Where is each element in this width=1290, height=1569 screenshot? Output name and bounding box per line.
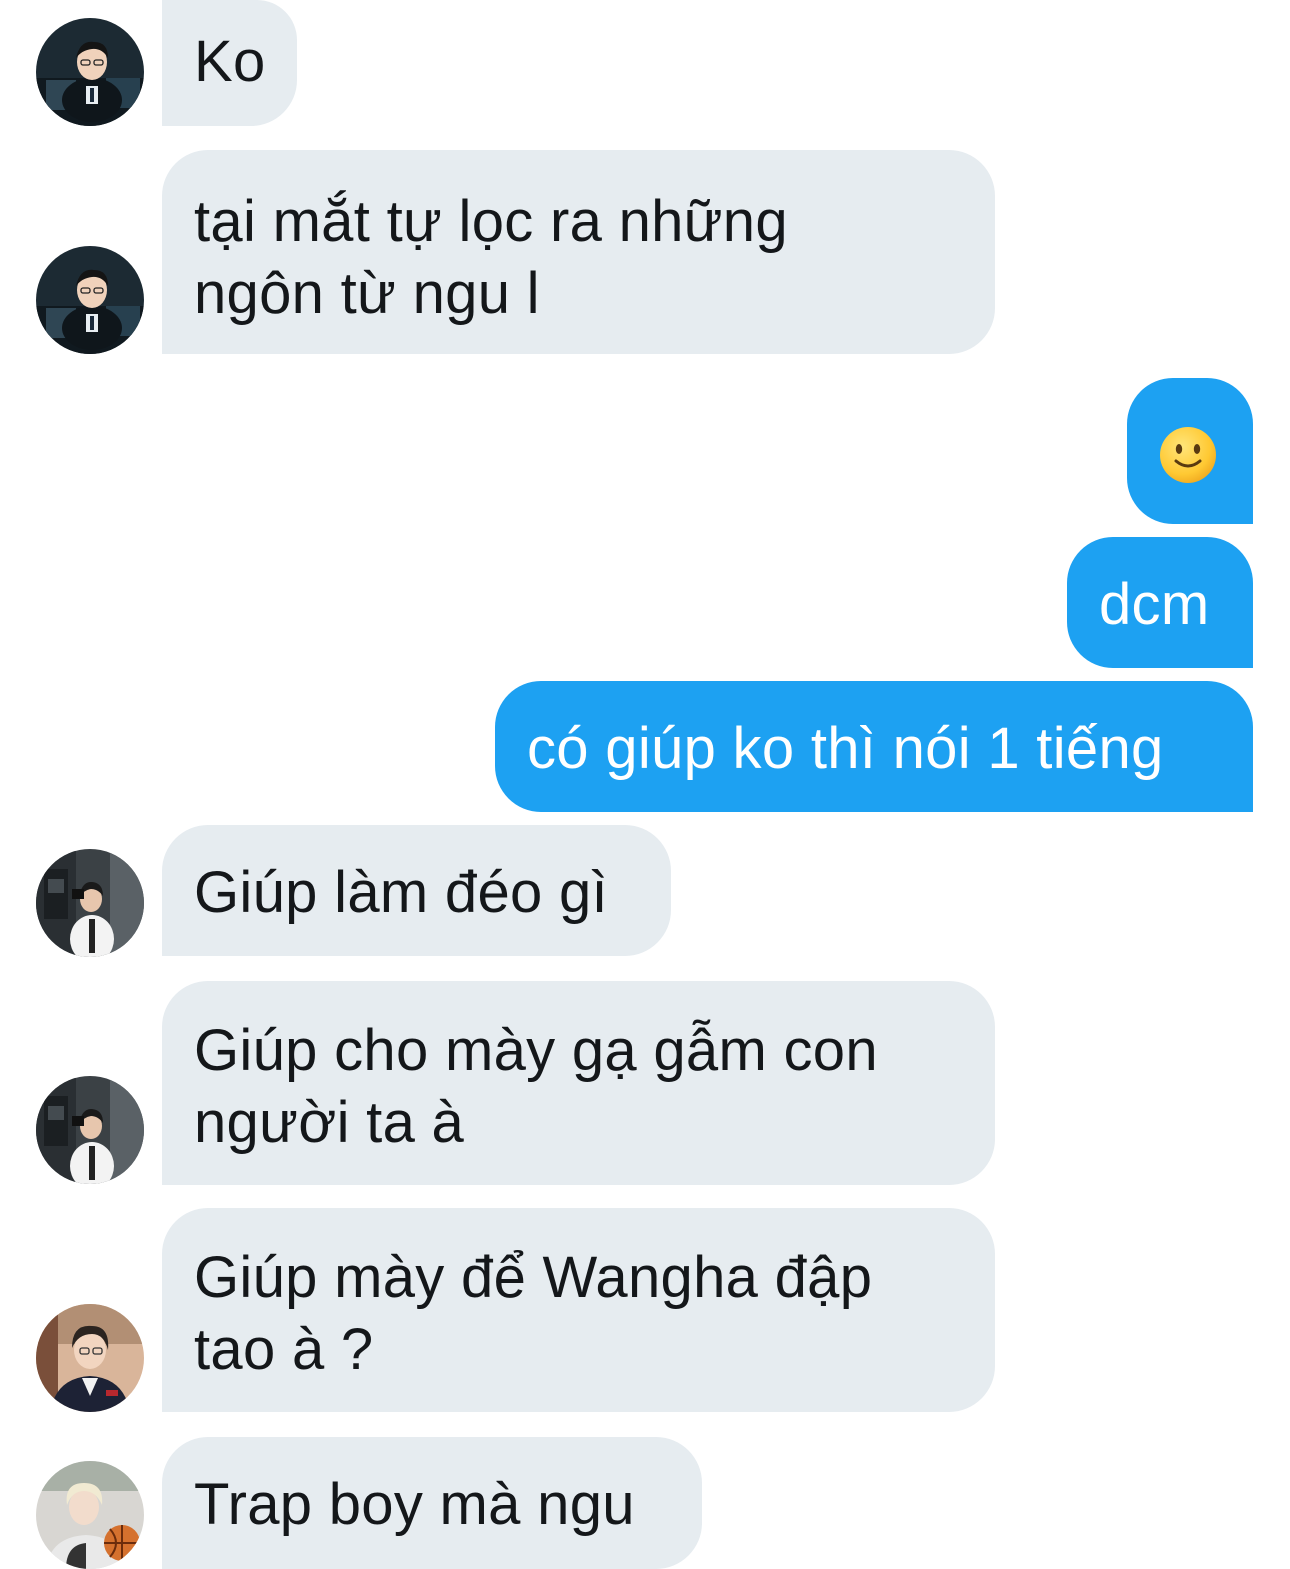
message-bubble-incoming[interactable]: Giúp mày để Wangha đập tao à ? xyxy=(162,1208,995,1412)
avatar-3-icon[interactable] xyxy=(36,1304,144,1412)
avatar-1-icon[interactable] xyxy=(36,18,144,126)
message-text: Trap boy mà ngu xyxy=(194,1472,635,1537)
message-bubble-outgoing[interactable] xyxy=(1127,378,1253,524)
message-text-line: tao à ? xyxy=(194,1317,374,1382)
message-bubble-incoming[interactable]: Trap boy mà ngu xyxy=(162,1437,702,1569)
message-text: có giúp ko thì nói 1 tiếng xyxy=(527,716,1164,781)
message-text-line: Giúp cho mày gạ gẫm con xyxy=(194,1018,878,1083)
slightly-smiling-face-icon xyxy=(1160,427,1216,483)
message-text-line: Giúp mày để Wangha đập xyxy=(194,1245,873,1310)
message-bubble-outgoing[interactable]: có giúp ko thì nói 1 tiếng xyxy=(495,681,1253,812)
message-text: Ko xyxy=(194,29,266,94)
message-thread: Ko tại mắt tự lọc ra những ngôn từ ngu l xyxy=(0,0,1290,1569)
message-bubble-incoming[interactable]: Ko xyxy=(162,0,297,126)
message-text-line: tại mắt tự lọc ra những xyxy=(194,189,788,254)
message-bubble-incoming[interactable]: tại mắt tự lọc ra những ngôn từ ngu l xyxy=(162,150,995,354)
avatar-1-icon[interactable] xyxy=(36,246,144,354)
message-text-line: người ta à xyxy=(194,1090,465,1155)
avatar-2-icon[interactable] xyxy=(36,1076,144,1184)
message-text: Giúp làm đéo gì xyxy=(194,860,608,925)
message-bubble-incoming[interactable]: Giúp làm đéo gì xyxy=(162,825,671,956)
message-text: dcm xyxy=(1099,572,1210,637)
message-bubble-outgoing[interactable]: dcm xyxy=(1067,537,1253,668)
avatar-4-icon[interactable] xyxy=(36,1461,144,1569)
message-text-line: ngôn từ ngu l xyxy=(194,261,540,326)
message-bubble-incoming[interactable]: Giúp cho mày gạ gẫm con người ta à xyxy=(162,981,995,1185)
avatar-2-icon[interactable] xyxy=(36,849,144,957)
